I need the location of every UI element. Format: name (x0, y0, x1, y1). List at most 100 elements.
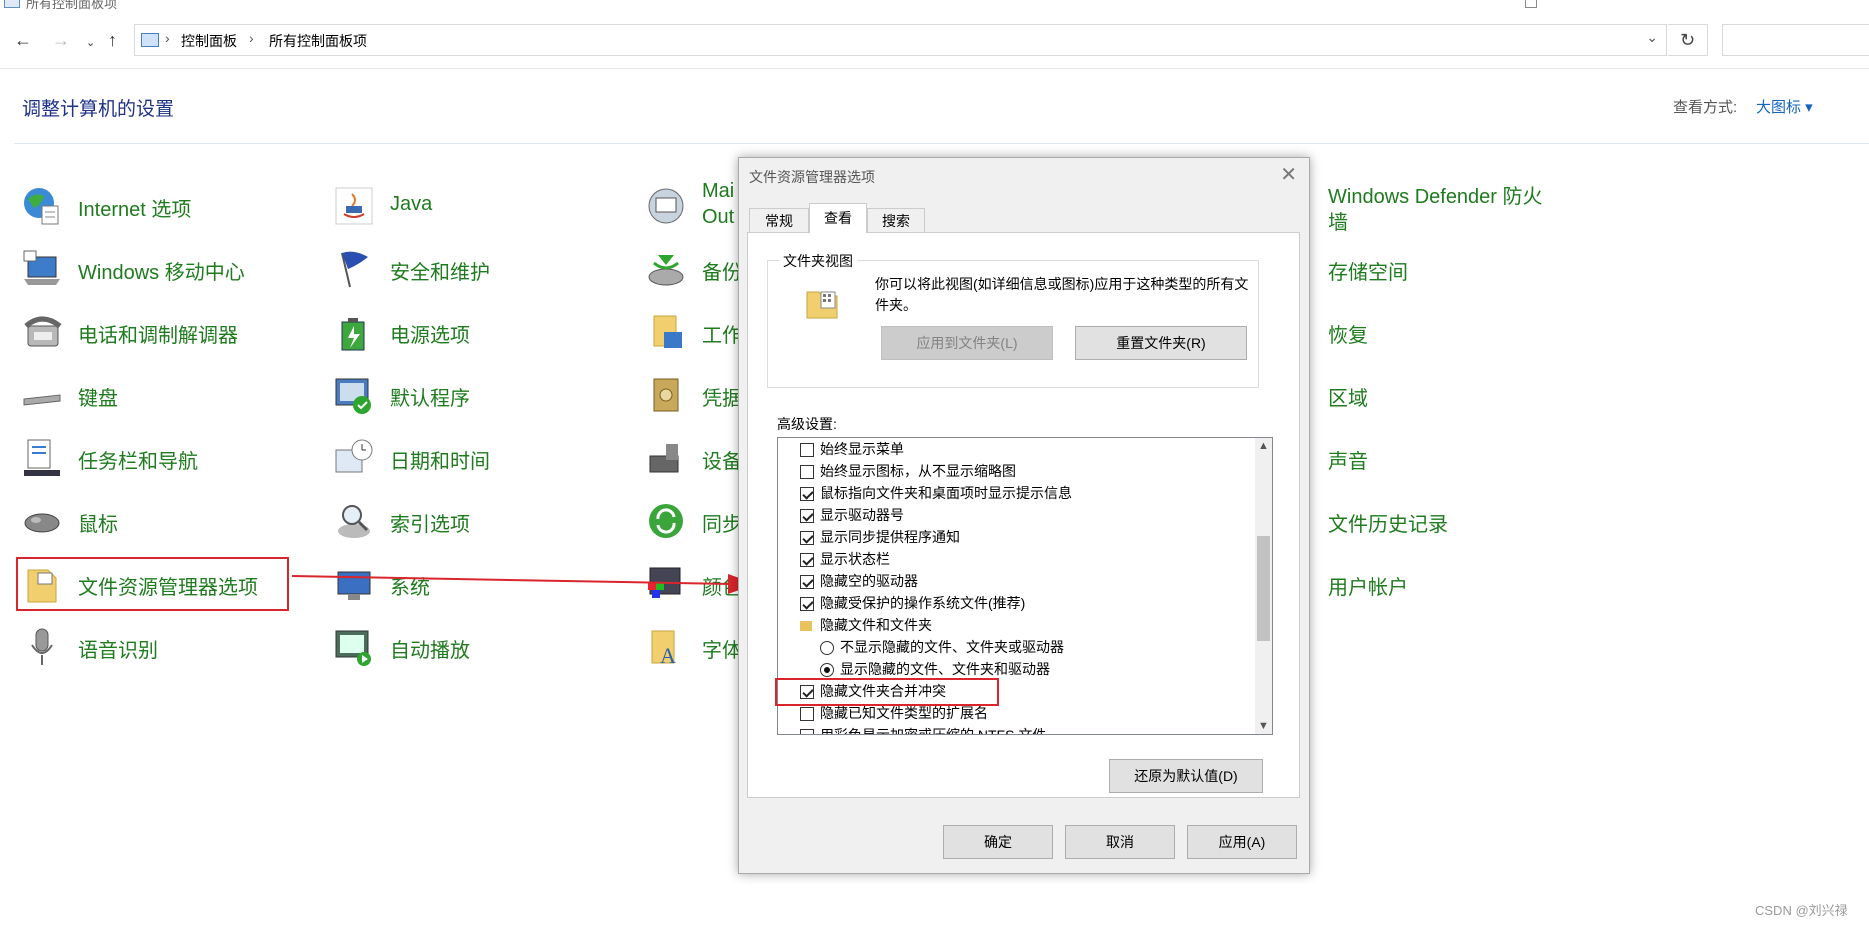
watermark: CSDN @刘兴禄 (1755, 903, 1848, 918)
setting-label: 不显示隐藏的文件、文件夹或驱动器 (840, 639, 1064, 655)
setting-row[interactable]: 显示隐藏的文件、文件夹和驱动器 (820, 658, 1050, 680)
forward-button[interactable]: → (52, 31, 70, 49)
item-devices[interactable]: 设备 (646, 434, 742, 480)
item-user-accounts[interactable]: 用户帐户 (1274, 560, 1564, 606)
item-sound[interactable]: 声音 (1274, 434, 1564, 480)
search-input[interactable] (1722, 24, 1869, 56)
item-region[interactable]: 区域 (1274, 371, 1564, 417)
item-speech-recognition[interactable]: 语音识别 (22, 623, 312, 669)
item-windows-defender-firewall[interactable]: Windows Defender 防火 墙 (1274, 182, 1604, 234)
item-windows-mobility-center[interactable]: Windows 移动中心 (22, 245, 312, 291)
checkbox[interactable] (800, 707, 814, 721)
item-internet-options[interactable]: Internet 选项 (22, 182, 312, 228)
tab-search[interactable]: 搜索 (867, 208, 925, 232)
item-sync-center[interactable]: 同步 (646, 497, 742, 543)
setting-row[interactable]: 不显示隐藏的文件、文件夹或驱动器 (820, 636, 1064, 658)
apply-button[interactable]: 应用(A) (1187, 825, 1297, 859)
item-fonts[interactable]: A 字体 (646, 623, 742, 669)
item-default-programs[interactable]: 默认程序 (334, 371, 624, 417)
control-panel-icon (141, 33, 159, 47)
breadcrumb-control-panel[interactable]: 控制面板 (181, 31, 237, 51)
window-titlebar: 所有控制面板项 (0, 0, 1869, 10)
restore-icon[interactable] (1525, 0, 1537, 8)
backup-icon (648, 255, 684, 286)
item-label: 电话和调制解调器 (78, 325, 238, 347)
apply-to-folders-button[interactable]: 应用到文件夹(L) (881, 326, 1053, 360)
annotation-highlight-box (775, 678, 999, 706)
checkbox[interactable] (800, 575, 814, 589)
item-label: 恢复 (1328, 325, 1368, 347)
checkbox[interactable] (800, 509, 814, 523)
checkbox[interactable] (800, 553, 814, 567)
item-security-maintenance[interactable]: 安全和维护 (334, 245, 624, 291)
scroll-up-icon[interactable]: ▲ (1258, 440, 1269, 452)
radio-button[interactable] (820, 641, 834, 655)
item-taskbar-navigation[interactable]: 任务栏和导航 (22, 434, 312, 480)
restore-defaults-button[interactable]: 还原为默认值(D) (1109, 759, 1263, 793)
checkbox[interactable] (800, 531, 814, 545)
item-label: 文件历史记录 (1328, 514, 1448, 536)
item-label: 默认程序 (390, 388, 470, 410)
address-bar[interactable]: › 控制面板 › 所有控制面板项 ⌄ (134, 24, 1667, 56)
setting-label: 隐藏已知文件类型的扩展名 (820, 705, 988, 721)
setting-group-row: 隐藏文件和文件夹 (800, 614, 932, 636)
back-button[interactable]: ← (14, 31, 32, 49)
item-credential-manager[interactable]: 凭据 (646, 371, 742, 417)
control-panel-icon (4, 0, 20, 8)
setting-row[interactable]: 始终显示图标，从不显示缩略图 (800, 460, 1016, 482)
setting-row[interactable]: 显示状态栏 (800, 548, 890, 570)
item-indexing-options[interactable]: 索引选项 (334, 497, 624, 543)
reset-folders-button[interactable]: 重置文件夹(R) (1075, 326, 1247, 360)
item-recovery[interactable]: 恢复 (1274, 308, 1564, 354)
ok-button[interactable]: 确定 (943, 825, 1053, 859)
taskbar-icon (24, 439, 60, 476)
checkbox[interactable] (800, 443, 814, 457)
folder-view-description: 你可以将此视图(如详细信息或图标)应用于这种类型的所有文件夹。 (875, 276, 1249, 313)
item-work-folders[interactable]: 工作 (646, 308, 742, 354)
close-icon[interactable]: ✕ (1280, 162, 1297, 187)
breadcrumb-all-items[interactable]: 所有控制面板项 (269, 31, 367, 51)
up-button[interactable]: ↑ (108, 31, 117, 49)
setting-row[interactable]: 鼠标指向文件夹和桌面项时显示提示信息 (800, 482, 1072, 504)
chevron-down-icon[interactable]: ⌄ (1646, 29, 1658, 46)
item-mouse[interactable]: 鼠标 (22, 497, 312, 543)
recent-locations-button[interactable]: ⌄ (86, 34, 95, 52)
item-phone-modem[interactable]: 电话和调制解调器 (22, 308, 312, 354)
setting-row[interactable]: 显示同步提供程序通知 (800, 526, 960, 548)
scrollbar-thumb[interactable] (1257, 536, 1270, 641)
radio-button[interactable] (820, 663, 834, 677)
item-backup[interactable]: 备份 (646, 245, 742, 291)
item-date-time[interactable]: 日期和时间 (334, 434, 624, 480)
view-by-dropdown[interactable]: 大图标 ▾ (1756, 96, 1813, 117)
setting-label: 始终显示菜单 (820, 441, 904, 457)
setting-row[interactable]: 显示驱动器号 (800, 504, 904, 526)
item-power-options[interactable]: 电源选项 (334, 308, 624, 354)
item-mail[interactable]: Mai Out (646, 180, 736, 228)
setting-row[interactable]: 始终显示菜单 (800, 438, 904, 460)
checkbox[interactable] (800, 597, 814, 611)
checkbox[interactable] (800, 729, 814, 734)
setting-row[interactable]: 隐藏空的驱动器 (800, 570, 918, 592)
tab-general[interactable]: 常规 (749, 208, 809, 232)
tab-view[interactable]: 查看 (809, 203, 867, 233)
setting-row[interactable]: 隐藏受保护的操作系统文件(推荐) (800, 592, 1025, 614)
checkbox[interactable] (800, 465, 814, 479)
folder-view-legend: 文件夹视图 (779, 251, 857, 271)
flag-icon (341, 251, 368, 288)
item-java[interactable]: Java (334, 182, 624, 228)
item-autoplay[interactable]: 自动播放 (334, 623, 624, 669)
cancel-button[interactable]: 取消 (1065, 825, 1175, 859)
magnifier-icon (338, 505, 370, 538)
setting-row[interactable]: 用彩色显示加密或压缩的 NTFS 文件 (800, 724, 1046, 734)
scroll-down-icon[interactable]: ▼ (1258, 720, 1269, 732)
checkbox[interactable] (800, 487, 814, 501)
calendar-clock-icon (335, 439, 373, 473)
item-label: 语音识别 (78, 640, 158, 662)
item-keyboard[interactable]: 键盘 (22, 371, 312, 417)
item-label: 键盘 (78, 388, 118, 410)
refresh-button[interactable]: ↻ (1668, 24, 1708, 56)
scrollbar[interactable]: ▲ ▼ (1255, 438, 1272, 734)
item-file-history[interactable]: 文件历史记录 (1274, 497, 1564, 543)
item-label: Mai (702, 180, 735, 202)
item-storage-spaces[interactable]: 存储空间 (1274, 245, 1564, 291)
